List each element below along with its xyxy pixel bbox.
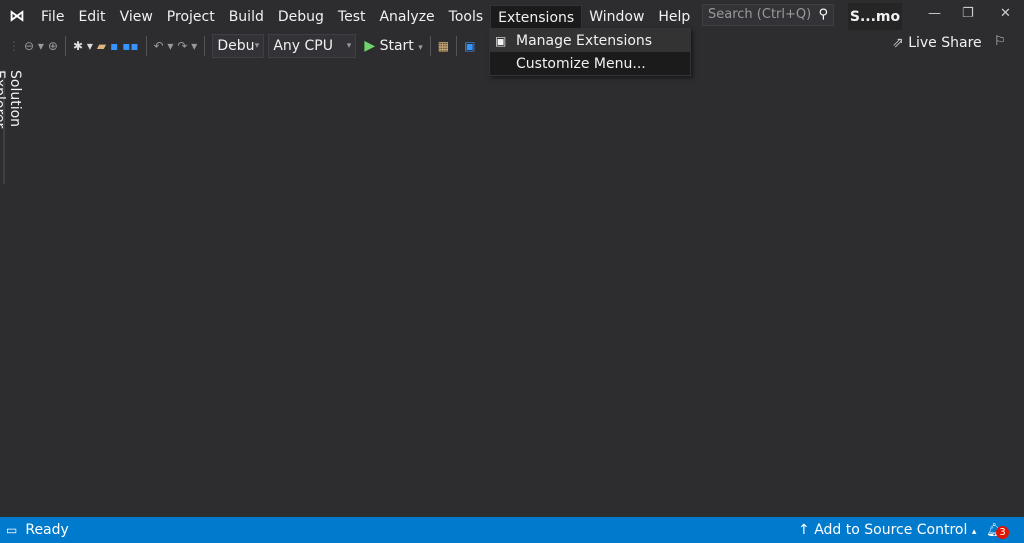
live-share-label: Live Share xyxy=(908,35,982,51)
separator xyxy=(429,36,431,56)
open-file-icon[interactable]: ▰ xyxy=(97,39,106,53)
menu-project[interactable]: Project xyxy=(160,5,222,30)
save-all-icon[interactable]: ▪▪ xyxy=(122,39,138,53)
menu-test[interactable]: Test xyxy=(331,5,373,30)
add-to-source-control-button[interactable]: ↑ Add to Source Control ▴ xyxy=(798,522,976,538)
separator xyxy=(456,36,458,56)
solution-explorer-tab[interactable]: Solution Explorer xyxy=(0,70,23,184)
platform-value: Any CPU xyxy=(273,38,333,54)
grip-icon: ⋮ xyxy=(8,39,20,53)
search-icon: ⚲ xyxy=(818,7,828,22)
separator xyxy=(64,36,66,56)
configuration-value: Debu xyxy=(217,38,255,54)
menu-item-label: Customize Menu... xyxy=(516,55,646,72)
menu-help[interactable]: Help xyxy=(651,5,697,30)
extensions-menu: ▣ Manage Extensions Customize Menu... xyxy=(489,28,691,76)
menu-edit[interactable]: Edit xyxy=(71,5,112,30)
start-label: Start xyxy=(379,38,414,54)
find-icon[interactable]: ▦ xyxy=(438,39,449,53)
menu-item-label: Manage Extensions xyxy=(516,32,653,49)
status-text: Ready xyxy=(25,522,69,538)
configuration-dropdown[interactable]: Debu ▾ xyxy=(212,34,265,58)
menu-file[interactable]: File xyxy=(34,5,71,30)
restore-button[interactable]: ❐ xyxy=(962,6,974,21)
extensions-icon: ▣ xyxy=(495,33,507,48)
browser-icon[interactable]: ▣ xyxy=(464,39,475,53)
minimize-button[interactable]: — xyxy=(928,6,941,21)
menu-item-manage-extensions[interactable]: ▣ Manage Extensions xyxy=(490,29,690,52)
menu-view[interactable]: View xyxy=(113,5,160,30)
separator xyxy=(204,36,206,56)
menu-window[interactable]: Window xyxy=(582,5,651,30)
live-share-button[interactable]: ⇗ Live Share xyxy=(892,35,982,51)
menu-debug[interactable]: Debug xyxy=(271,5,331,30)
solution-name: S...mo xyxy=(848,3,902,30)
platform-dropdown[interactable]: Any CPU ▾ xyxy=(268,34,357,58)
undo-icon[interactable]: ↶ ▾ xyxy=(154,39,174,53)
source-control-label: Add to Source Control xyxy=(814,522,968,538)
feedback-icon[interactable]: ⚐ xyxy=(994,34,1006,49)
navigate-forward-icon[interactable]: ⊕ xyxy=(48,39,58,53)
new-project-icon[interactable]: ✱ ▾ xyxy=(73,39,93,53)
status-bar: ▭ Ready ↑ Add to Source Control ▴ 🔔︎ 3 xyxy=(0,517,1024,543)
start-button[interactable]: ▶ Start ▾ xyxy=(364,38,422,54)
status-icon: ▭ xyxy=(6,523,18,537)
navigate-back-icon[interactable]: ⊖ ▾ xyxy=(24,39,44,53)
menu-analyze[interactable]: Analyze xyxy=(372,5,441,30)
menu-item-customize-menu[interactable]: Customize Menu... xyxy=(490,52,690,75)
separator xyxy=(145,36,147,56)
menu-extensions[interactable]: Extensions xyxy=(490,4,583,30)
menu-build[interactable]: Build xyxy=(222,5,271,30)
close-button[interactable]: ✕ xyxy=(1000,6,1011,21)
play-icon: ▶ xyxy=(364,38,376,54)
redo-icon[interactable]: ↷ ▾ xyxy=(177,39,197,53)
visual-studio-logo-icon: ⋈ xyxy=(9,6,25,25)
menu-tools[interactable]: Tools xyxy=(442,5,491,30)
search-input[interactable]: Search (Ctrl+Q) ⚲ xyxy=(702,4,834,26)
share-icon: ⇗ xyxy=(892,35,904,51)
notification-count-badge: 3 xyxy=(996,526,1009,539)
save-icon[interactable]: ▪ xyxy=(110,39,118,53)
search-placeholder: Search (Ctrl+Q) xyxy=(708,7,812,22)
